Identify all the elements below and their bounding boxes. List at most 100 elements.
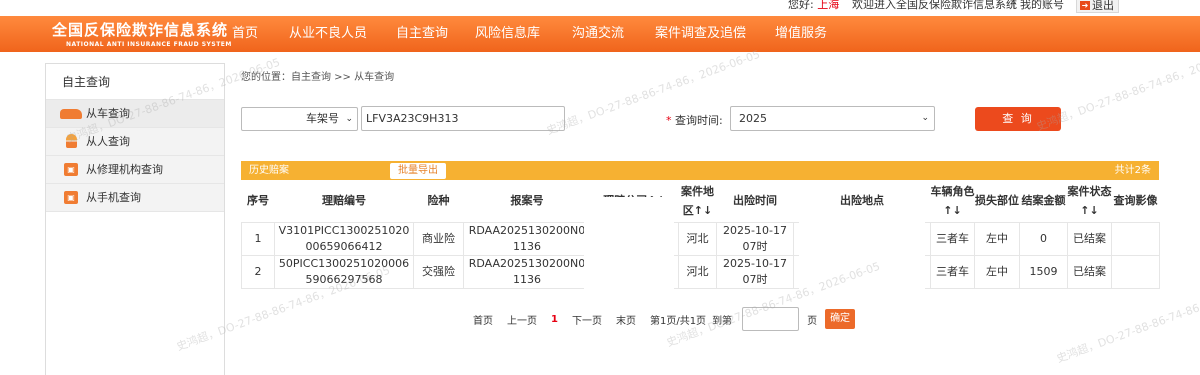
car-icon [60,109,82,119]
pager-last[interactable]: 末页 [616,312,636,327]
chevron-down-icon: ⌄ [921,113,929,123]
pager-page-unit: 页 [807,315,818,327]
breadcrumb: 您的位置：自主查询 >> 从车查询 [241,72,395,83]
results-header-bar: 历史赔案 批量导出 共计2条 [241,161,1159,180]
logout-label: 退出 [1092,0,1114,12]
cell-settle-amount: 1509 [1019,254,1068,289]
sidebar-item-vehicle-query[interactable]: 从车查询 [46,100,224,128]
nav-communication[interactable]: 沟通交流 [572,16,624,52]
nav-case-investigation[interactable]: 案件调查及追偿 [655,16,746,52]
sidebar-heading: 自主查询 [46,64,224,100]
cell-damage-part: 左中 [974,221,1020,256]
greeting-text: 您好: 上海 [788,0,840,11]
sidebar-item-label: 从车查询 [86,107,130,120]
cell-settle-amount: 0 [1019,221,1068,256]
cell-vehicle-role: 三者车 [930,221,975,256]
pager-first[interactable]: 首页 [473,312,493,327]
results-total: 共计2条 [1114,165,1151,176]
pagination: 首页 上一页 1 下一页 末页 第1页/共1页 到第 页 确定 [473,307,856,331]
system-logo: 全国反保险欺诈信息系统 NATIONAL ANTI INSURANCE FRAU… [52,19,232,48]
logout-button[interactable]: ➜ 退出 [1076,0,1119,13]
table-header-row: 序号 理赔编号 险种 报案号 理赔公司↑↓ 案件地区↑↓ 出险时间 出险地点 车… [241,180,1160,223]
redaction-block [799,206,925,298]
vin-input[interactable] [361,106,565,131]
batch-export-button[interactable]: 批量导出 [390,163,446,179]
pager-goto-input[interactable] [742,307,800,331]
table-row: 2 50PICC130025102000659066297568 交强险 RDA… [241,254,1160,289]
pager-next[interactable]: 下一页 [572,312,602,327]
cell-claim-no: V3101PICC130025102000659066412 [274,221,414,256]
cell-report-no: RDAA2025130200N01136 [463,221,591,256]
cell-report-no: RDAA2025130200N01136 [463,254,591,289]
query-button[interactable]: 查 询 [975,107,1061,131]
logout-icon: ➜ [1080,1,1090,10]
cell-accident-time: 2025-10-17 07时 [716,254,794,289]
cell-index: 2 [241,254,275,289]
cell-query-image[interactable] [1111,254,1160,289]
query-time-value: 2025 [739,112,767,125]
cell-query-image[interactable] [1111,221,1160,256]
col-header-vehicle-role[interactable]: 车辆角色↑↓ [930,180,975,223]
nav-bad-practitioners[interactable]: 从业不良人员 [289,16,367,52]
pager-info: 第1页/共1页 [649,315,707,327]
sidebar-item-label: 从手机查询 [86,191,141,204]
cell-damage-part: 左中 [974,254,1020,289]
cell-case-status: 已结案 [1067,254,1112,289]
col-header-insurance-type: 险种 [413,180,464,223]
person-icon [66,134,77,148]
region-link[interactable]: 上海 [817,0,839,11]
table-row: 1 V3101PICC130025102000659066412 商业险 RDA… [241,221,1160,256]
pager-current-page[interactable]: 1 [551,314,558,325]
query-time-select[interactable]: 2025 ⌄ [730,106,935,131]
nav-value-added[interactable]: 增值服务 [775,16,827,52]
nav-home[interactable]: 首页 [232,16,258,52]
col-header-accident-time: 出险时间 [716,180,794,223]
main-nav-bar: 全国反保险欺诈信息系统 NATIONAL ANTI INSURANCE FRAU… [0,16,1200,52]
separator: | [1012,0,1016,9]
sidebar-item-label: 从人查询 [86,135,130,148]
cell-index: 1 [241,221,275,256]
cell-case-status: 已结案 [1067,221,1112,256]
repair-shop-icon: ▣ [64,163,78,176]
results-table: 序号 理赔编号 险种 报案号 理赔公司↑↓ 案件地区↑↓ 出险时间 出险地点 车… [241,180,1160,289]
col-header-region[interactable]: 案件地区↑↓ [678,180,717,223]
cell-insurance-type: 交强险 [413,254,464,289]
redaction-block [584,197,674,308]
id-type-select[interactable]: 车架号 ⌄ [241,107,358,131]
results-title: 历史赔案 [249,165,289,176]
query-time-label: * 查询时间: [666,114,723,127]
nav-self-query[interactable]: 自主查询 [396,16,448,52]
pager-prev[interactable]: 上一页 [507,312,537,327]
pager-confirm-button[interactable]: 确定 [825,309,856,329]
sidebar-item-phone-query[interactable]: ▣ 从手机查询 [46,184,224,212]
col-header-index: 序号 [241,180,275,223]
results-panel: 历史赔案 批量导出 共计2条 序号 理赔编号 险种 报案号 理赔公司↑↓ 案件地… [241,161,1160,289]
cell-insurance-type: 商业险 [413,221,464,256]
top-strip: 您好: 上海 欢迎进入全国反保险欺诈信息系统 | 我的账号 ➜ 退出 [0,0,1200,16]
nav-risk-database[interactable]: 风险信息库 [475,16,540,52]
cell-region: 河北 [678,221,717,256]
phone-icon: ▣ [64,191,78,204]
cell-vehicle-role: 三者车 [930,254,975,289]
welcome-text: 欢迎进入全国反保险欺诈信息系统 [852,0,1017,11]
logo-title-en: NATIONAL ANTI INSURANCE FRAUD SYSTEM [66,41,232,48]
sidebar-item-repair-shop-query[interactable]: ▣ 从修理机构查询 [46,156,224,184]
sidebar-item-person-query[interactable]: 从人查询 [46,128,224,156]
sidebar-item-label: 从修理机构查询 [86,163,163,176]
col-header-report-no: 报案号 [463,180,591,223]
pager-goto-label: 到第 [712,315,733,327]
col-header-query-image: 查询影像 [1111,180,1160,223]
sidebar: 自主查询 从车查询 从人查询 ▣ 从修理机构查询 ▣ 从手机查询 [45,63,225,375]
required-asterisk: * [666,114,672,127]
my-account-link[interactable]: 我的账号 [1020,0,1064,12]
id-type-value: 车架号 [306,112,339,125]
col-header-case-status[interactable]: 案件状态↑↓ [1067,180,1112,223]
col-header-claim-no: 理赔编号 [274,180,414,223]
cell-region: 河北 [678,254,717,289]
col-header-damage-part: 损失部位 [974,180,1020,223]
cell-accident-time: 2025-10-17 07时 [716,221,794,256]
col-header-settle-amount: 结案金额 [1019,180,1068,223]
logo-title-cn: 全国反保险欺诈信息系统 [52,21,229,39]
chevron-down-icon: ⌄ [345,114,353,124]
cell-claim-no: 50PICC130025102000659066297568 [274,254,414,289]
